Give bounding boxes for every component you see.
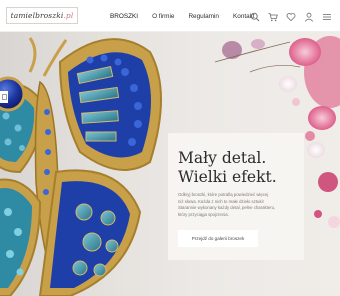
hero-description: Odkryj broszki, które potrafią powiedzie… [178,192,276,217]
site-logo[interactable]: tamielbroszki.pl [6,7,78,24]
header-actions [250,9,332,22]
nav-item-broszki[interactable]: BROSZKI [110,13,138,20]
main-nav: BROSZKI O firmie Regulamin Kontakt [110,0,269,32]
user-icon[interactable] [304,9,314,22]
butterfly-brooch [0,37,162,296]
hero-text-panel: Mały detal. Wielki efekt. Odkryj broszki… [168,133,304,260]
hero-banner: Mały detal. Wielki efekt. Odkryj broszki… [0,32,340,296]
search-icon[interactable] [250,9,260,22]
heart-icon[interactable] [286,9,296,22]
cart-icon[interactable] [268,9,278,22]
site-header: tamielbroszki.pl BROSZKI O firmie Regula… [0,0,340,32]
menu-icon[interactable] [322,9,332,20]
slider-prev-button[interactable] [0,91,8,103]
gallery-cta-button[interactable]: Przejdź do galerii broszek [178,230,258,247]
nav-item-o-firmie[interactable]: O firmie [152,13,174,20]
nav-item-regulamin[interactable]: Regulamin [188,13,219,20]
logo-text: tamielbroszki.pl [10,11,74,20]
square-icon [1,94,7,100]
hero-headline: Mały detal. Wielki efekt. [178,149,277,186]
